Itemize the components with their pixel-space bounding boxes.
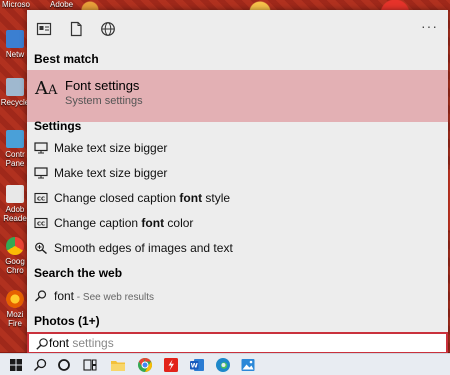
- desktop-icon-network[interactable]: Netw: [0, 30, 30, 59]
- desktop-icon-label: Goog Chro: [5, 257, 25, 275]
- magnifier-plus-icon: [35, 242, 47, 254]
- file-explorer-icon[interactable]: [110, 357, 126, 373]
- search-icon[interactable]: [32, 357, 48, 373]
- cc-icon: CC: [34, 217, 48, 229]
- desktop-icon-chrome[interactable]: Goog Chro: [0, 237, 30, 275]
- desktop-icon-control-panel[interactable]: Contr Pane: [0, 130, 30, 168]
- best-match-heading: Best match: [34, 52, 99, 66]
- monitor-icon: [34, 167, 48, 179]
- firefox-icon: [6, 290, 24, 308]
- settings-result-item[interactable]: Make text size bigger: [27, 136, 448, 160]
- settings-result-item[interactable]: Smooth edges of images and text: [27, 236, 448, 260]
- best-match-subtitle: System settings: [65, 95, 143, 107]
- more-options-button[interactable]: ···: [421, 18, 438, 34]
- settings-result-item[interactable]: Make text size bigger: [27, 161, 448, 185]
- apps-filter-icon[interactable]: [36, 21, 52, 37]
- best-match-result[interactable]: AA Font settings System settings: [27, 70, 448, 122]
- result-label: Smooth edges of images and text: [54, 241, 233, 255]
- photos-icon[interactable]: [240, 357, 256, 373]
- result-label: Make text size bigger: [54, 166, 168, 180]
- search-input[interactable]: font settings: [27, 332, 448, 354]
- settings-heading: Settings: [34, 119, 82, 133]
- settings-result-item[interactable]: CC Change closed caption font style: [27, 186, 448, 210]
- search-icon: [35, 290, 47, 302]
- desktop-icon-firefox[interactable]: Mozi Fire: [0, 290, 30, 328]
- cc-icon: CC: [34, 192, 48, 204]
- desktop-icon-label: Contr Pane: [5, 150, 25, 168]
- desktop-icon-adobe-reader[interactable]: Adob Reade: [0, 185, 30, 223]
- search-icon: [36, 338, 48, 350]
- result-label: Make text size bigger: [54, 141, 168, 155]
- svg-text:W: W: [191, 362, 198, 370]
- desktop-icon-recycle[interactable]: Recycle: [0, 78, 30, 107]
- word-icon[interactable]: W: [189, 357, 205, 373]
- search-panel: ··· Best match AA Font settings System s…: [27, 10, 448, 354]
- settings-result-item[interactable]: CC Change caption font color: [27, 211, 448, 235]
- control-panel-icon: [6, 130, 24, 148]
- font-aa-icon: AA: [35, 78, 58, 99]
- recycle-bin-icon: [6, 78, 24, 96]
- documents-filter-icon[interactable]: [68, 21, 84, 37]
- windows-start-icon[interactable]: [8, 357, 24, 373]
- acrobat-icon[interactable]: [163, 357, 179, 373]
- cortana-icon[interactable]: [56, 357, 72, 373]
- desktop-icon-label: Mozi Fire: [6, 310, 24, 328]
- search-query-text: font settings: [49, 336, 114, 350]
- photos-heading: Photos (1+): [34, 314, 100, 328]
- chrome-icon: [6, 237, 24, 255]
- desktop-top-label: Microso: [2, 0, 31, 9]
- monitor-icon: [34, 142, 48, 154]
- task-view-icon[interactable]: [82, 357, 98, 373]
- svg-text:CC: CC: [37, 222, 45, 228]
- result-label: font - See web results: [54, 289, 155, 303]
- desktop-icon-label: Adob Reade: [3, 205, 27, 223]
- best-match-title: Font settings: [65, 78, 140, 93]
- taskbar: W: [0, 353, 450, 375]
- edge-icon[interactable]: [215, 357, 231, 373]
- result-label: Change closed caption font style: [54, 191, 231, 205]
- web-result-item[interactable]: font - See web results: [27, 284, 448, 308]
- search-filter-bar: ···: [27, 10, 448, 48]
- desktop-icon-label: Recycle: [0, 98, 30, 107]
- search-web-heading: Search the web: [34, 266, 123, 280]
- chrome-icon[interactable]: [137, 357, 153, 373]
- svg-text:CC: CC: [37, 197, 45, 203]
- result-label: Change caption font color: [54, 216, 194, 230]
- desktop-icon-label: Netw: [5, 50, 25, 59]
- desktop-top-label: Adobe: [50, 0, 74, 9]
- web-filter-icon[interactable]: [100, 21, 116, 37]
- adobe-reader-icon: [6, 185, 24, 203]
- network-icon: [6, 30, 24, 48]
